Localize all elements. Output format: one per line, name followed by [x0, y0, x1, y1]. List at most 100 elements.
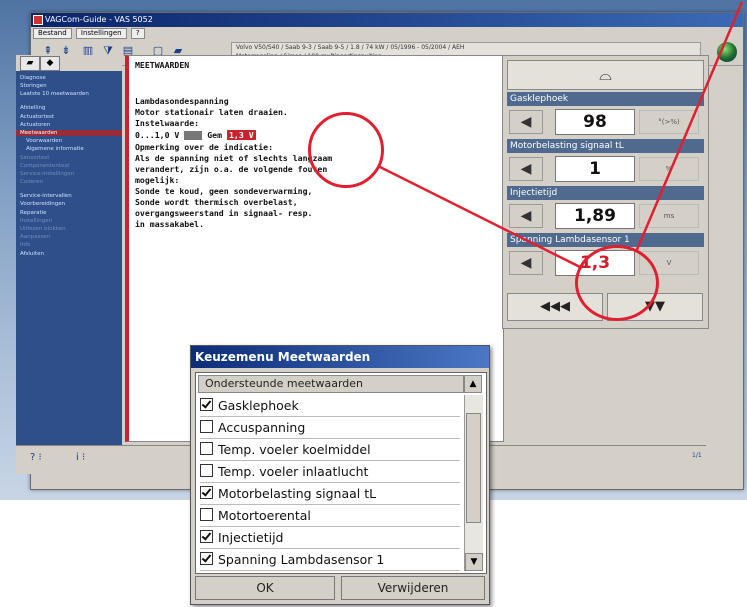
sidebar-item[interactable]: Actuatoren — [20, 122, 50, 128]
arrow-left-icon[interactable]: ◀ — [509, 110, 543, 134]
sidebar-item[interactable]: Meetwaarden — [16, 130, 122, 136]
sidebar-item[interactable]: Voorwaarden — [26, 138, 62, 144]
menu-bar: Bestand Instellingen ? — [31, 27, 743, 39]
dialog-title: Keuzemenu Meetwaarden — [191, 346, 489, 368]
measurement-value: 1 — [555, 156, 635, 182]
measurement-unit: % — [639, 157, 699, 181]
list-item[interactable]: Motortoerental — [200, 506, 460, 527]
checkbox[interactable] — [200, 486, 213, 499]
window-title: VAGCom-Guide - VAS 5052 — [45, 15, 153, 24]
arrow-left-icon[interactable]: ◀ — [509, 204, 543, 228]
row-label: Spanning Lambdasensor 1 — [507, 233, 704, 247]
list-item-label: Motorbelasting signaal tL — [218, 486, 377, 501]
measurement-select-dialog: Keuzemenu Meetwaarden Ondersteunde meetw… — [190, 345, 490, 605]
measurement-value: 1,89 — [555, 203, 635, 229]
sidebar-item[interactable]: Actuatortest — [20, 114, 54, 120]
page-indicator: 1/1 — [692, 452, 702, 459]
sidebar: ▰ ◆ Diagnose Storingen Laatste 10 meetwaar… — [16, 55, 122, 445]
measurement-row: ◀ 1 % — [507, 154, 704, 184]
note-heading: Opmerking over de indicatie: — [135, 142, 274, 152]
note-line: in massakabel. — [135, 219, 205, 229]
measured-label: Gem — [207, 130, 223, 140]
row-label: Motorbelasting signaal tL — [507, 139, 704, 153]
note-line: verandert, zijn o.a. de volgende fouten — [135, 164, 328, 174]
menu-bestand[interactable]: Bestand — [33, 28, 72, 39]
list-item-label: Spanning Lambdasensor 1 — [218, 552, 385, 567]
scroll-down-icon[interactable]: ▼ — [465, 553, 483, 571]
sidebar-tabs: ▰ ◆ — [16, 55, 122, 71]
list-item[interactable]: Temp. voeler inlaatlucht — [200, 462, 460, 483]
list-item[interactable]: Gasklephoek — [200, 396, 460, 417]
checkbox[interactable] — [200, 398, 213, 411]
title-bar: VAGCom-Guide - VAS 5052 — [31, 13, 743, 27]
sidebar-item[interactable]: Aanpassen — [20, 234, 50, 240]
list-item[interactable]: Accuspanning — [200, 418, 460, 439]
gauge-icon: ⌓ — [599, 65, 612, 84]
note-line: Sonde wordt thermisch overbelast, — [135, 197, 298, 207]
list-item-label: Injectietijd — [218, 530, 284, 545]
setpoint-range: 0...1,0 V — [135, 130, 180, 140]
content-heading: Lambdasondespanning — [135, 96, 229, 106]
globe-icon[interactable] — [717, 42, 737, 62]
menu-instellingen[interactable]: Instellingen — [75, 28, 127, 39]
sidebar-item[interactable]: Afsluiten — [20, 251, 44, 257]
checkbox[interactable] — [200, 420, 213, 433]
list-item[interactable]: Spanning Lambdasensor 1 — [200, 550, 460, 571]
setpoint-label: Instelwaarde: — [135, 118, 200, 128]
ok-button[interactable]: OK — [195, 576, 335, 600]
setpoint-row: 0...1,0 V Gem 1,3 V — [135, 130, 256, 140]
sidebar-item[interactable]: Sensortest — [20, 155, 49, 161]
info-icon[interactable]: i ⁝ — [76, 452, 85, 463]
measurement-row: ◀ 98 °(>%) — [507, 107, 704, 137]
sidebar-item[interactable]: Afstelling — [20, 105, 45, 111]
measurement-list: Ondersteunde meetwaarden ▲ ▼ Gasklephoek… — [195, 372, 487, 574]
tab-car-icon[interactable]: ▰ — [20, 56, 40, 71]
list-item[interactable]: Motorbelasting signaal tL — [200, 484, 460, 505]
gauge-icon[interactable] — [184, 131, 203, 140]
checkbox[interactable] — [200, 464, 213, 477]
list-item-label: Temp. voeler koelmiddel — [218, 442, 371, 457]
note-line: Als de spanning niet of slechts langzaam — [135, 153, 333, 163]
content-instruction: Motor stationair laten draaien. — [135, 107, 288, 117]
list-item-label: Motortoerental — [218, 508, 311, 523]
sidebar-item[interactable]: Voorbereidingen — [20, 201, 65, 207]
scrollbar[interactable]: ▼ — [464, 395, 483, 571]
checkbox[interactable] — [200, 530, 213, 543]
scroll-up-icon[interactable]: ▲ — [464, 375, 482, 393]
arrow-left-icon[interactable]: ◀ — [509, 251, 543, 275]
sidebar-item[interactable]: Algemene informatie — [26, 146, 84, 152]
sidebar-item[interactable]: Diagnose — [20, 75, 46, 81]
scroll-thumb[interactable] — [466, 413, 481, 523]
note-line: overgangsweerstand in signaal- resp. — [135, 208, 313, 218]
sidebar-item[interactable]: Instellingen — [20, 218, 52, 224]
gauge-button[interactable]: ⌓ — [507, 60, 704, 90]
note-line: mogelijk: — [135, 175, 180, 185]
sidebar-item[interactable]: Service-intervallen — [20, 193, 72, 199]
sidebar-item[interactable]: Uitlezen blokken — [20, 226, 66, 232]
sidebar-item[interactable]: Laatste 10 meetwaarden — [20, 91, 89, 97]
measurement-value: 98 — [555, 109, 635, 135]
row-label: Gasklephoek — [507, 92, 704, 106]
measurement-unit: °(>%) — [639, 110, 699, 134]
list-item[interactable]: Temp. voeler koelmiddel — [200, 440, 460, 461]
checkbox[interactable] — [200, 552, 213, 565]
sidebar-item[interactable]: Coderen — [20, 179, 43, 185]
remove-button[interactable]: Verwijderen — [341, 576, 485, 600]
list-header: Ondersteunde meetwaarden — [198, 375, 464, 393]
measurement-row: ◀ 1,89 ms — [507, 201, 704, 231]
tab-tool-icon[interactable]: ◆ — [40, 56, 60, 71]
sidebar-item[interactable]: Service-instellingen — [20, 171, 74, 177]
arrow-left-icon[interactable]: ◀ — [509, 157, 543, 181]
sidebar-item[interactable]: Reparatie — [20, 210, 47, 216]
sidebar-item[interactable]: Info — [20, 242, 30, 248]
list-item[interactable]: Injectietijd — [200, 528, 460, 549]
menu-help[interactable]: ? — [130, 28, 145, 39]
help-icon[interactable]: ? ⁝ — [30, 452, 42, 463]
list-item-label: Gasklephoek — [218, 398, 299, 413]
page-title: MEETWAARDEN — [135, 60, 190, 70]
checkbox[interactable] — [200, 442, 213, 455]
sidebar-item[interactable]: Componententest — [20, 163, 69, 169]
sidebar-item[interactable]: Storingen — [20, 83, 47, 89]
checkbox[interactable] — [200, 508, 213, 521]
list-item-label: Accuspanning — [218, 420, 306, 435]
